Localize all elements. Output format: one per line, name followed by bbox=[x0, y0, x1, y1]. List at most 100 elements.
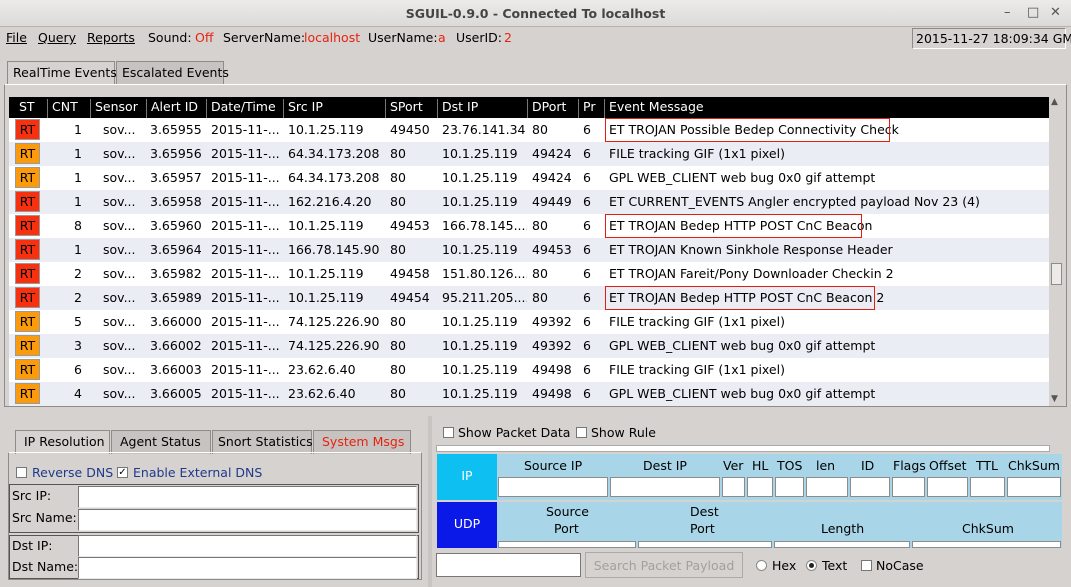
show-packet-data-label[interactable]: Show Packet Data bbox=[458, 425, 570, 440]
cell-dport: 49392 bbox=[532, 314, 572, 329]
col-dport[interactable]: DPort bbox=[527, 99, 578, 118]
ip-flags-field[interactable] bbox=[892, 477, 925, 497]
reverse-dns-checkbox[interactable] bbox=[16, 467, 27, 478]
close-icon[interactable]: ✕ bbox=[1050, 5, 1061, 20]
ip-id-field[interactable] bbox=[850, 477, 890, 497]
col-sensor[interactable]: Sensor bbox=[90, 99, 146, 118]
table-row[interactable]: RT 5 sov... 3.66000 2015-11-... 74.125.226.90… bbox=[9, 310, 1049, 334]
status-badge[interactable]: RT bbox=[15, 383, 40, 404]
table-row[interactable]: RT 1 sov... 3.65955 2015-11-... 10.1.25.119 49… bbox=[9, 118, 1049, 142]
status-badge[interactable]: RT bbox=[15, 239, 40, 260]
status-badge[interactable]: RT bbox=[15, 143, 40, 164]
scrollbar-thumb[interactable] bbox=[1051, 263, 1062, 285]
ip-tos-field[interactable] bbox=[775, 477, 804, 497]
status-badge[interactable]: RT bbox=[15, 335, 40, 356]
dst-name-field[interactable] bbox=[78, 557, 417, 579]
table-row[interactable]: RT 4 sov... 3.66005 2015-11-... 23.62.6.40 80 1… bbox=[9, 382, 1049, 406]
payload-search-input[interactable] bbox=[436, 553, 581, 577]
menu-reports[interactable]: Reports bbox=[87, 30, 135, 45]
ip-ver-field[interactable] bbox=[722, 477, 745, 497]
ip-hl-field[interactable] bbox=[747, 477, 773, 497]
cell-dport: 49424 bbox=[532, 170, 572, 185]
udp-chksum-field[interactable] bbox=[912, 541, 1061, 548]
ip-source-ip-field[interactable] bbox=[498, 477, 608, 497]
table-row[interactable]: RT 1 sov... 3.65957 2015-11-... 64.34.173.208… bbox=[9, 166, 1049, 190]
cell-cnt: 1 bbox=[74, 242, 82, 257]
dst-ip-field[interactable] bbox=[78, 535, 417, 557]
status-badge[interactable]: RT bbox=[15, 359, 40, 380]
src-ip-field[interactable] bbox=[78, 486, 417, 508]
ip-dest-ip-field[interactable] bbox=[610, 477, 720, 497]
ip-ttl-field[interactable] bbox=[970, 477, 1005, 497]
udp-source-port-field[interactable] bbox=[498, 541, 636, 548]
nocase-label[interactable]: NoCase bbox=[876, 558, 924, 573]
status-badge[interactable]: RT bbox=[15, 191, 40, 212]
tab-system-msgs[interactable]: System Msgs bbox=[313, 430, 411, 454]
ip-chksum-field[interactable] bbox=[1007, 477, 1061, 497]
udp-dest-port-field[interactable] bbox=[638, 541, 772, 548]
minimize-icon[interactable]: – bbox=[1004, 5, 1011, 20]
tab-agent-status[interactable]: Agent Status bbox=[111, 430, 211, 454]
col-pr[interactable]: Pr bbox=[578, 99, 604, 118]
col-datetime[interactable]: Date/Time bbox=[206, 99, 283, 118]
col-src-ip[interactable]: Src IP bbox=[283, 99, 385, 118]
status-badge[interactable]: RT bbox=[15, 167, 40, 188]
ip-ttl-label: TTL bbox=[976, 458, 999, 473]
external-dns-checkbox[interactable]: ✓ bbox=[117, 467, 128, 478]
sound-value[interactable]: Off bbox=[195, 30, 213, 45]
external-dns-label[interactable]: Enable External DNS bbox=[133, 465, 262, 480]
cell-message: FILE tracking GIF (1x1 pixel) bbox=[609, 146, 785, 161]
cell-sensor: sov... bbox=[103, 122, 136, 137]
tab-snort-statistics[interactable]: Snort Statistics bbox=[212, 430, 313, 454]
col-event-message[interactable]: Event Message bbox=[604, 99, 1049, 118]
col-sport[interactable]: SPort bbox=[385, 99, 437, 118]
tab-realtime-events[interactable]: RealTime Events bbox=[7, 61, 117, 86]
col-st[interactable]: ST bbox=[9, 99, 47, 118]
cell-sport: 80 bbox=[390, 242, 406, 257]
table-row[interactable]: RT 6 sov... 3.66003 2015-11-... 23.62.6.40 80 1… bbox=[9, 358, 1049, 382]
table-row[interactable]: RT 8 sov... 3.65960 2015-11-... 10.1.25.119 49… bbox=[9, 214, 1049, 238]
src-name-field[interactable] bbox=[78, 509, 417, 531]
hex-label[interactable]: Hex bbox=[772, 558, 796, 573]
text-label[interactable]: Text bbox=[822, 558, 847, 573]
table-row[interactable]: RT 1 sov... 3.65956 2015-11-... 64.34.173.208… bbox=[9, 142, 1049, 166]
reverse-dns-label[interactable]: Reverse DNS bbox=[32, 465, 113, 480]
status-badge[interactable]: RT bbox=[15, 119, 40, 140]
tab-escalated-events[interactable]: Escalated Events bbox=[116, 61, 229, 84]
scroll-down-icon[interactable]: ▼ bbox=[1051, 394, 1058, 404]
status-badge[interactable]: RT bbox=[15, 311, 40, 332]
nocase-checkbox[interactable] bbox=[861, 560, 872, 571]
pane-splitter[interactable] bbox=[0, 408, 1071, 416]
col-dst-ip[interactable]: Dst IP bbox=[437, 99, 527, 118]
status-badge[interactable]: RT bbox=[15, 263, 40, 284]
text-radio[interactable] bbox=[806, 560, 817, 571]
tab-ip-resolution[interactable]: IP Resolution bbox=[15, 430, 110, 454]
menu-file[interactable]: File bbox=[6, 30, 27, 45]
events-scrollbar[interactable]: ▲ ▼ bbox=[1049, 97, 1064, 406]
ip-offset-field[interactable] bbox=[927, 477, 968, 497]
table-row[interactable]: RT 1 sov... 3.65964 2015-11-... 166.78.145.90… bbox=[9, 238, 1049, 262]
menu-query[interactable]: Query bbox=[38, 30, 76, 45]
scroll-up-icon[interactable]: ▲ bbox=[1051, 97, 1058, 107]
vertical-splitter[interactable] bbox=[428, 416, 432, 587]
packet-splitter[interactable] bbox=[436, 445, 1050, 452]
table-row[interactable]: RT 3 sov... 3.66002 2015-11-... 74.125.226.90… bbox=[9, 334, 1049, 358]
table-row[interactable]: RT 1 sov... 3.65958 2015-11-... 162.216.4.20 8… bbox=[9, 190, 1049, 214]
hex-radio[interactable] bbox=[756, 560, 767, 571]
cell-dst-ip: 10.1.25.119 bbox=[442, 146, 518, 161]
col-alert-id[interactable]: Alert ID bbox=[146, 99, 206, 118]
status-badge[interactable]: RT bbox=[15, 215, 40, 236]
show-packet-data-checkbox[interactable] bbox=[443, 427, 454, 438]
cell-sensor: sov... bbox=[103, 338, 136, 353]
search-payload-button[interactable]: Search Packet Payload bbox=[585, 552, 743, 578]
ip-len-field[interactable] bbox=[806, 477, 848, 497]
udp-length-field[interactable] bbox=[774, 541, 910, 548]
col-cnt[interactable]: CNT bbox=[47, 99, 90, 118]
cell-message: GPL WEB_CLIENT web bug 0x0 gif attempt bbox=[609, 338, 876, 353]
maximize-icon[interactable]: □ bbox=[1027, 5, 1039, 20]
status-badge[interactable]: RT bbox=[15, 287, 40, 308]
show-rule-checkbox[interactable] bbox=[576, 427, 587, 438]
show-rule-label[interactable]: Show Rule bbox=[591, 425, 656, 440]
table-row[interactable]: RT 2 sov... 3.65982 2015-11-... 10.1.25.119 49… bbox=[9, 262, 1049, 286]
table-row[interactable]: RT 2 sov... 3.65989 2015-11-... 10.1.25.119 49… bbox=[9, 286, 1049, 310]
